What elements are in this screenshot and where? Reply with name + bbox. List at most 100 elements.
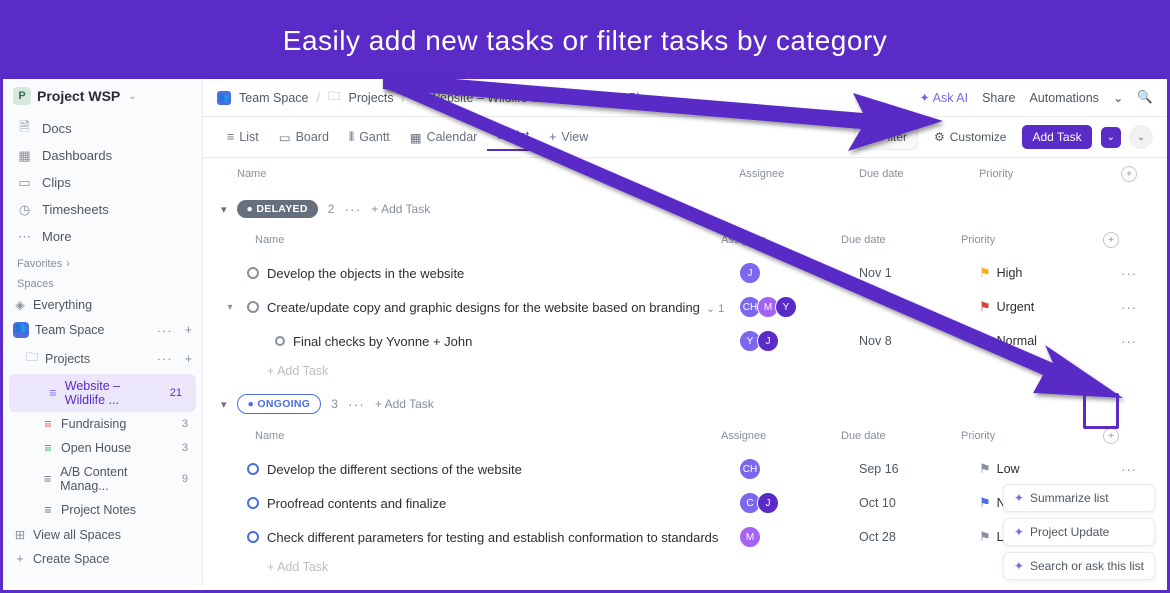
column-assignee[interactable]: Assignee — [739, 168, 859, 180]
avatar[interactable]: M — [739, 526, 761, 548]
assignee-cell[interactable]: CH — [739, 458, 859, 480]
group-toggle[interactable]: ▾ — [221, 203, 227, 216]
column-name[interactable]: Name — [239, 234, 721, 246]
group-toggle[interactable]: ▾ — [221, 398, 227, 411]
expand-toggle[interactable]: ▾ — [221, 302, 239, 313]
due-date-cell[interactable]: Nov 8 — [859, 334, 979, 348]
row-more-icon[interactable]: ··· — [1109, 334, 1149, 349]
workspace-switcher[interactable]: P Project WSP ⌄ — [3, 79, 202, 113]
row-more-icon[interactable]: ··· — [1109, 300, 1149, 315]
ai-action-chip[interactable]: ✦Search or ask this list — [1003, 552, 1155, 580]
more-icon[interactable]: ··· — [157, 323, 173, 338]
sidebar-item-clips[interactable]: ▭Clips — [3, 169, 202, 196]
status-icon[interactable] — [247, 463, 259, 475]
view-tab-list[interactable]: ≡List — [487, 123, 539, 151]
breadcrumb-list[interactable]: Website – Wildlife Sanctuary ct (WSP) — [428, 91, 640, 105]
view-tab-calendar[interactable]: ▦Calendar — [400, 123, 488, 151]
column-name[interactable]: Name — [221, 168, 739, 180]
task-row[interactable]: Develop the different sections of the we… — [221, 452, 1149, 486]
ask-ai-button[interactable]: ✦ Ask AI — [919, 90, 968, 105]
add-column-button[interactable]: + — [1121, 166, 1137, 182]
column-due-date[interactable]: Due date — [859, 168, 979, 180]
avatar[interactable]: J — [757, 330, 779, 352]
assignee-cell[interactable]: J — [739, 262, 859, 284]
column-priority[interactable]: Priority — [961, 430, 1091, 442]
status-icon[interactable] — [247, 531, 259, 543]
automations-button[interactable]: Automations — [1029, 91, 1098, 105]
task-row[interactable]: Final checks by Yvonne + John YJ Nov 8 ⚑… — [221, 324, 1149, 358]
status-icon[interactable] — [275, 336, 285, 346]
more-icon[interactable]: ··· — [344, 201, 361, 217]
sidebar-list-item[interactable]: ≡Fundraising3 — [3, 412, 202, 436]
group-status-pill[interactable]: ● DELAYED — [237, 200, 318, 218]
share-button[interactable]: Share — [982, 91, 1015, 105]
search-icon[interactable]: 🔍 — [1137, 90, 1153, 105]
more-button[interactable]: ⌄ — [1129, 125, 1153, 149]
task-name[interactable]: Proofread contents and finalize — [267, 496, 739, 511]
task-name[interactable]: Create/update copy and graphic designs f… — [267, 300, 739, 315]
due-date-cell[interactable]: Oct 28 — [859, 530, 979, 544]
column-due-date[interactable]: Due date — [841, 430, 961, 442]
sidebar-list-item[interactable]: ≡Website – Wildlife ...21 — [9, 374, 196, 412]
avatar[interactable]: CH — [739, 458, 761, 480]
sidebar-item-more[interactable]: ⋯More — [3, 223, 202, 250]
add-task-button[interactable]: Add Task — [1022, 125, 1091, 149]
status-icon[interactable] — [247, 497, 259, 509]
view-tab-list[interactable]: ≡List — [217, 123, 269, 151]
add-task-dropdown[interactable]: ⌄ — [1101, 127, 1121, 148]
priority-cell[interactable]: ⚑High — [979, 265, 1109, 281]
sidebar-projects-folder[interactable]: 🗀 Projects ··· + — [3, 343, 202, 374]
column-assignee[interactable]: Assignee — [721, 234, 841, 246]
sidebar-list-item[interactable]: ≡Open House3 — [3, 436, 202, 460]
due-date-cell[interactable]: Oct 10 — [859, 496, 979, 510]
more-icon[interactable]: ··· — [348, 396, 365, 412]
sidebar-list-item[interactable]: ≡A/B Content Manag...9 — [3, 460, 202, 498]
subtask-icon[interactable]: ⌄ 1 — [706, 302, 724, 315]
plus-icon[interactable]: + — [185, 323, 192, 337]
priority-cell[interactable]: ⚑Normal — [979, 333, 1109, 349]
breadcrumb-folder[interactable]: Projects — [348, 91, 393, 105]
ai-action-chip[interactable]: ✦Project Update — [1003, 518, 1155, 546]
task-name[interactable]: Develop the different sections of the we… — [267, 462, 739, 477]
column-assignee[interactable]: Assignee — [721, 430, 841, 442]
group-add-task[interactable]: + Add Task — [375, 397, 434, 411]
assignee-cell[interactable]: YJ — [739, 330, 859, 352]
status-icon[interactable] — [247, 267, 259, 279]
view-tab-board[interactable]: ▭Board — [269, 123, 339, 151]
view-tab-view[interactable]: +View — [539, 123, 598, 151]
sidebar-list-item[interactable]: ≡Project Notes — [3, 498, 202, 522]
ai-action-chip[interactable]: ✦Summarize list — [1003, 484, 1155, 512]
priority-cell[interactable]: ⚑Low — [979, 461, 1109, 477]
assignee-cell[interactable]: CJ — [739, 492, 859, 514]
sidebar-team-space[interactable]: 👥 Team Space ··· + — [3, 317, 202, 343]
favorites-header[interactable]: Favorites › — [3, 252, 202, 272]
avatar[interactable]: J — [757, 492, 779, 514]
add-column-button[interactable]: + — [1103, 428, 1119, 444]
group-add-task[interactable]: + Add Task — [371, 202, 430, 216]
sidebar-everything[interactable]: ◈ Everything — [3, 292, 202, 317]
column-priority[interactable]: Priority — [979, 168, 1109, 180]
sidebar-item-timesheets[interactable]: ◷Timesheets — [3, 196, 202, 223]
sidebar-item-dashboards[interactable]: ▦Dashboards — [3, 142, 202, 169]
view-tab-gantt[interactable]: ⫴Gantt — [339, 123, 400, 151]
column-name[interactable]: Name — [239, 430, 721, 442]
sidebar-item-docs[interactable]: 🗎Docs — [3, 115, 202, 142]
avatar[interactable]: J — [739, 262, 761, 284]
breadcrumb-space[interactable]: Team Space — [239, 91, 308, 105]
status-icon[interactable] — [247, 301, 259, 313]
column-priority[interactable]: Priority — [961, 234, 1091, 246]
sidebar-view-all-spaces[interactable]: ⊞ View all Spaces — [3, 522, 202, 547]
assignee-cell[interactable]: CHMY — [739, 296, 859, 318]
inline-add-task[interactable]: + Add Task — [221, 358, 1149, 384]
row-more-icon[interactable]: ··· — [1109, 462, 1149, 477]
priority-cell[interactable]: ⚑Urgent — [979, 299, 1109, 315]
task-row[interactable]: ▾ Create/update copy and graphic designs… — [221, 290, 1149, 324]
task-row[interactable]: Develop the objects in the website J Nov… — [221, 256, 1149, 290]
due-date-cell[interactable]: Nov 1 — [859, 266, 979, 280]
assignee-cell[interactable]: M — [739, 526, 859, 548]
task-name[interactable]: Develop the objects in the website — [267, 266, 739, 281]
add-column-button[interactable]: + — [1103, 232, 1119, 248]
avatar[interactable]: Y — [775, 296, 797, 318]
column-due-date[interactable]: Due date — [841, 234, 961, 246]
sidebar-create-space[interactable]: + Create Space — [3, 547, 202, 571]
